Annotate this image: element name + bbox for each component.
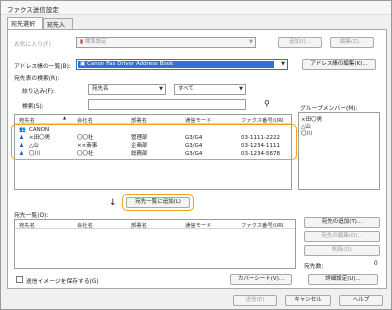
filter-label: 絞り込み(F): xyxy=(22,89,55,95)
favorites-icon: ▮ xyxy=(80,39,84,45)
address-book-label: アドレス帳の一覧(B): xyxy=(14,64,71,70)
group-members-label: グループメンバー(M): xyxy=(300,106,358,112)
help-button[interactable]: ヘルプ xyxy=(339,295,383,306)
chevron-down-icon: ▼ xyxy=(239,86,243,92)
tab-enter-destination[interactable]: 宛先入力 xyxy=(43,18,73,38)
favorites-label: お気に入り(F) xyxy=(14,42,51,48)
destination-list-label: 宛先一覧(O): xyxy=(14,213,49,219)
column-header-department[interactable]: 部署名 xyxy=(131,221,147,229)
group-member-item: 〇川 xyxy=(301,131,313,137)
arrow-down-icon: ↓ xyxy=(109,198,117,208)
address-book-value: Canon Fax Driver Address Book xyxy=(86,61,174,67)
cancel-button[interactable]: キャンセル xyxy=(285,295,331,306)
destination-table: 宛先名 会社名 部署名 通信モード ファクス番号/URI xyxy=(14,219,296,269)
send-button[interactable]: 送信(E) xyxy=(233,295,277,306)
keyword-label: 検索(S): xyxy=(22,104,44,110)
edit-destination-button[interactable]: 宛先の編集(D)... xyxy=(304,231,380,242)
title-bar: ファクス送信設定 xyxy=(1,1,391,15)
column-header-mode[interactable]: 通信モード xyxy=(185,116,212,124)
delete-destination-button[interactable]: 削除(D) xyxy=(304,245,380,256)
save-image-label: 送信イメージを保存する(G) xyxy=(26,279,99,285)
group-members-list: ×田〇男 △山 〇川 xyxy=(298,112,380,190)
search-input[interactable] xyxy=(88,99,246,110)
column-header-fax[interactable]: ファクス番号/URI xyxy=(241,221,284,229)
column-header-mode[interactable]: 通信モード xyxy=(185,221,212,229)
chevron-down-icon: ▼ xyxy=(159,86,163,92)
sort-up-icon: ▲ xyxy=(63,115,67,120)
favorites-select[interactable]: ▮ 標準設定 ▼ xyxy=(76,37,256,48)
favorites-edit-button[interactable]: 編集(Z)... xyxy=(330,37,374,48)
search-section-label: 宛先表の検索(R): xyxy=(14,76,60,82)
destination-count-value: 0 xyxy=(374,261,378,267)
column-header-company[interactable]: 会社名 xyxy=(77,221,93,229)
tab-select-destination[interactable]: 宛先選択 xyxy=(7,17,43,29)
column-header-name[interactable]: 宛先名 xyxy=(19,116,35,124)
column-header-company[interactable]: 会社名 xyxy=(77,116,93,124)
detail-settings-button[interactable]: 詳細設定(U)... xyxy=(308,274,378,285)
edit-address-book-button[interactable]: アドレス帳の編集(K)... xyxy=(302,59,376,70)
window-title: ファクス送信設定 xyxy=(7,6,59,14)
destination-table-header: 宛先名 会社名 部署名 通信モード ファクス番号/URI xyxy=(15,220,295,229)
column-header-name[interactable]: 宛先名 xyxy=(19,221,35,229)
cover-sheet-button[interactable]: カバーシート(V)... xyxy=(230,274,292,285)
highlight-frame xyxy=(11,124,297,160)
filter-scope-select[interactable]: すべて ▼ xyxy=(174,84,246,95)
chevron-down-icon: ▼ xyxy=(249,39,253,45)
tab-content: お気に入り(F) ▮ 標準設定 ▼ 追加(I)... 編集(Z)... アドレス… xyxy=(7,29,387,289)
favorites-value: 標準設定 xyxy=(84,39,107,45)
filter-field-select[interactable]: 宛先名 ▼ xyxy=(88,84,166,95)
filter-field-value: 宛先名 xyxy=(92,86,109,92)
filter-scope-value: すべて xyxy=(178,86,194,92)
search-icon[interactable]: ⚲ xyxy=(264,99,270,108)
add-destination-button[interactable]: 宛先の追加(T)... xyxy=(304,217,380,228)
column-header-department[interactable]: 部署名 xyxy=(131,116,147,124)
book-icon: ▣ xyxy=(80,61,86,67)
chevron-down-icon: ▼ xyxy=(281,61,285,67)
favorites-add-button[interactable]: 追加(I)... xyxy=(278,37,322,48)
destination-count-label: 宛先数: xyxy=(304,264,324,270)
column-header-fax[interactable]: ファクス番号/URI xyxy=(241,116,284,124)
fax-settings-window: ファクス送信設定 宛先選択 宛先入力 お気に入り(F) ▮ 標準設定 ▼ 追加(… xyxy=(0,0,392,310)
save-image-checkbox[interactable] xyxy=(16,276,23,283)
address-book-select[interactable]: ▣ Canon Fax Driver Address Book ▼ xyxy=(76,59,288,70)
highlight-frame xyxy=(122,194,194,211)
address-table-header: 宛先名 ▲ 会社名 部署名 通信モード ファクス番号/URI xyxy=(15,115,291,124)
